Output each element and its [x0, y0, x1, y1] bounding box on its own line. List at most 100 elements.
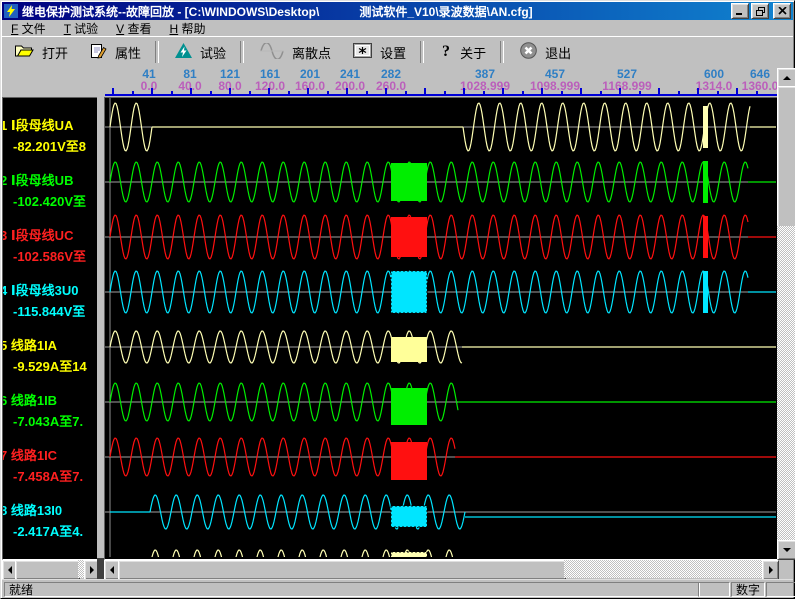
toolbar-separator — [155, 41, 159, 63]
channel-2-name[interactable]: 2 Ⅰ段母线UB — [2, 170, 73, 189]
channel-3-range: -102.586V至 — [13, 246, 86, 265]
channel-6-name[interactable]: 6 线路1IB — [2, 390, 57, 409]
menu-item-h[interactable]: H 帮助 — [161, 19, 215, 38]
ruler-axis-line — [105, 94, 777, 96]
ruler-tick — [405, 91, 407, 94]
ruler-time-label: 160.0 — [295, 79, 325, 93]
toolbar-button-discrete-points[interactable]: 离散点 — [248, 40, 341, 65]
status-num-text: 数字 — [736, 581, 760, 598]
menu-item-t[interactable]: T 试验 — [55, 19, 107, 38]
channel-4-cursor-bar[interactable] — [703, 271, 708, 313]
channel-6-range: -7.043A至7. — [13, 411, 83, 430]
channel-3-name[interactable]: 3 Ⅰ段母线UC — [2, 225, 73, 244]
toolbar-button-label: 退出 — [545, 43, 571, 62]
ruler-tick — [229, 88, 231, 94]
ruler-tick — [307, 88, 309, 94]
window-title: 继电保护测试系统--故障回放 - [C:\WINDOWS\Desktop\ 测试… — [22, 3, 731, 20]
toolbar-button-label: 打开 — [42, 43, 68, 62]
toolbar-button-properties[interactable]: 属性 — [78, 40, 151, 65]
toolbar-button-label: 关于 — [460, 43, 486, 62]
toolbar-button-open-folder[interactable]: 打开 — [2, 40, 78, 65]
channel-4-name[interactable]: 4 Ⅰ段母线3U0 — [2, 280, 79, 299]
right-arrow-icon — [90, 566, 94, 574]
scrollbar-gap — [97, 558, 104, 580]
ruler-tick — [580, 88, 582, 94]
menu-item-f[interactable]: F 文件 — [2, 19, 55, 38]
ruler-tick — [619, 88, 621, 94]
scroll-up-button[interactable] — [777, 68, 795, 88]
channel-5-selection-block[interactable] — [391, 337, 427, 362]
status-panel-num: 数字 — [731, 582, 765, 597]
ruler-tick — [424, 88, 426, 94]
scroll-right-button[interactable] — [762, 560, 779, 580]
channel-3-cursor-bar[interactable] — [703, 216, 708, 258]
status-ready-text: 就绪 — [9, 581, 33, 598]
hscroll-main-track[interactable] — [564, 560, 762, 578]
time-ruler: 410.08140.012180.0161120.0201160.0241200… — [2, 66, 777, 97]
app-icon[interactable] — [4, 4, 18, 18]
channel-2-selection-block[interactable] — [391, 163, 427, 201]
ruler-tick — [210, 91, 212, 94]
toolbar: 打开属性 试验 离散点设置 ?关于 退出 — [2, 36, 793, 67]
ruler-tick — [502, 88, 504, 94]
hscroll-main-thumb[interactable] — [118, 560, 566, 580]
status-panel-1 — [698, 582, 730, 597]
toolbar-button-about[interactable]: ?关于 — [428, 39, 496, 65]
channel-9-selection-block[interactable] — [391, 552, 427, 557]
right-arrow-icon — [769, 566, 773, 574]
minimize-icon — [736, 7, 744, 15]
ruler-time-label: 0.0 — [141, 79, 158, 93]
toolbar-button-test-bolt[interactable]: 试验 — [163, 40, 236, 65]
scroll-down-button[interactable] — [777, 540, 795, 560]
toolbar-button-settings[interactable]: 设置 — [341, 40, 416, 65]
label-panel-hscrollbar[interactable] — [2, 560, 97, 578]
ruler-tick — [483, 91, 485, 94]
toolbar-separator — [420, 41, 424, 63]
ruler-tick — [249, 91, 251, 94]
channel-5-name[interactable]: 5 线路1IA — [2, 335, 57, 354]
close-button[interactable] — [773, 3, 791, 19]
channel-1-cursor-bar[interactable] — [703, 106, 708, 148]
channel-8-selection-block[interactable] — [391, 506, 427, 527]
left-arrow-icon — [8, 566, 12, 574]
ruler-tick — [327, 91, 329, 94]
ruler-tick — [346, 88, 348, 94]
minimize-button[interactable] — [731, 3, 749, 19]
ruler-tick — [112, 88, 114, 94]
toolbar-button-exit[interactable]: 退出 — [508, 39, 581, 65]
waveform-panel[interactable] — [104, 97, 779, 560]
toolbar-button-label: 试验 — [200, 43, 226, 62]
channel-7-selection-block[interactable] — [391, 442, 427, 480]
channel-4-selection-block[interactable] — [391, 271, 427, 313]
vertical-scrollbar[interactable] — [777, 68, 795, 558]
ruler-tick — [385, 88, 387, 94]
ruler-time-label: 1314.0 — [696, 79, 733, 93]
channel-1-name[interactable]: 1 Ⅰ段母线UA — [2, 115, 73, 134]
restore-button[interactable] — [751, 3, 769, 19]
channel-5-range: -9.529A至14 — [13, 356, 87, 375]
hscroll-left-thumb[interactable] — [15, 560, 80, 580]
channel-6-selection-block[interactable] — [391, 388, 427, 425]
settings-icon — [353, 43, 372, 61]
ruler-time-label: 120.0 — [255, 79, 285, 93]
ruler-time-label: 200.0 — [335, 79, 365, 93]
vscroll-track[interactable] — [777, 226, 795, 540]
waveform-hscrollbar[interactable] — [104, 560, 777, 578]
ruler-tick — [756, 91, 758, 94]
channel-3-selection-block[interactable] — [391, 217, 427, 257]
exit-icon — [520, 42, 537, 62]
channel-7-name[interactable]: 7 线路1IC — [2, 445, 57, 464]
channel-2-cursor-bar[interactable] — [703, 161, 708, 203]
ruler-tick — [171, 91, 173, 94]
ruler-time-label: 1168.999 — [602, 79, 651, 93]
ruler-tick — [463, 88, 465, 94]
status-message: 就绪 — [4, 582, 700, 597]
menu-item-v[interactable]: V 查看 — [107, 19, 160, 38]
channel-1-range: -82.201V至8 — [13, 136, 86, 155]
restore-icon — [756, 7, 765, 16]
channel-8-name[interactable]: 8 线路13I0 — [2, 500, 62, 519]
ruler-tick — [288, 91, 290, 94]
ruler-tick — [190, 88, 192, 94]
vscroll-thumb[interactable] — [777, 86, 795, 228]
channel-label-panel: 1 Ⅰ段母线UA-82.201V至82 Ⅰ段母线UB-102.420V至3 Ⅰ段… — [2, 97, 99, 560]
